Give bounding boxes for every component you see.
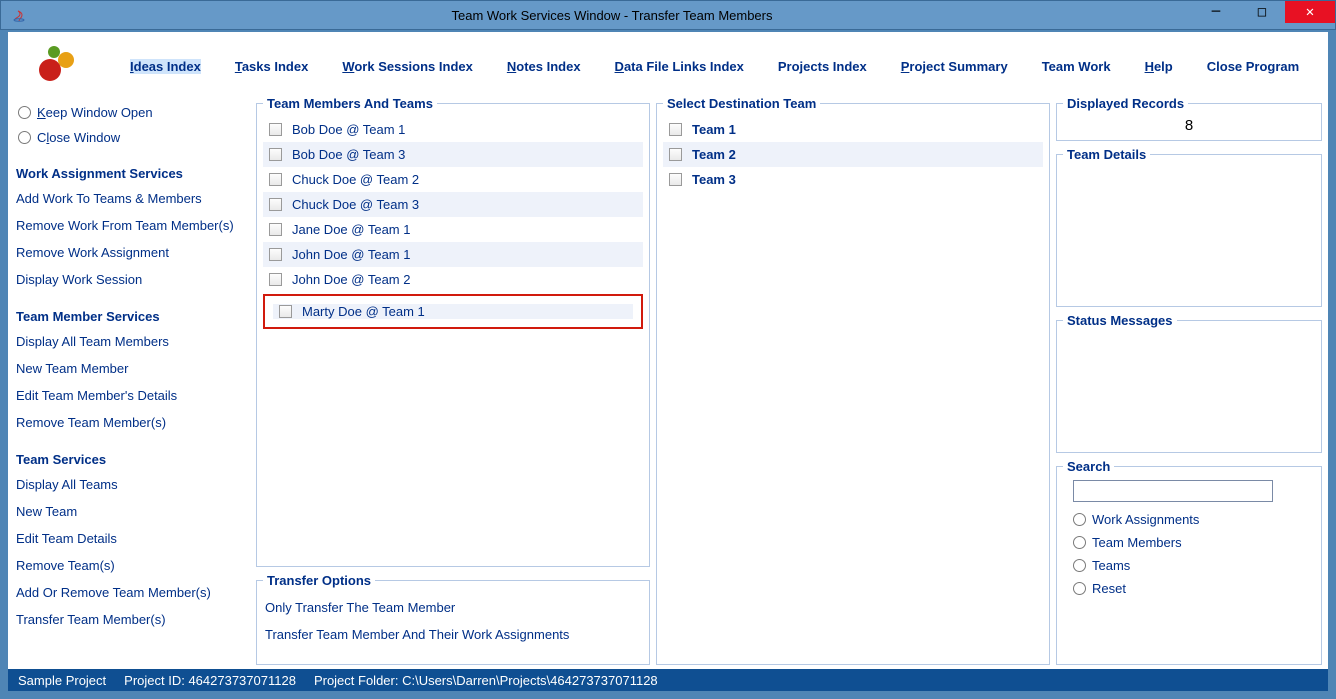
status-project-folder: Project Folder: C:\Users\Darren\Projects…: [314, 673, 658, 688]
status-project-id: Project ID: 464273737071128: [124, 673, 296, 688]
opt-member-and-work[interactable]: Transfer Team Member And Their Work Assi…: [263, 621, 643, 648]
panel-search: Search Work Assignments Team Members Tea…: [1056, 459, 1322, 665]
status-project-name: Sample Project: [18, 673, 106, 688]
radio-search-team-members[interactable]: Team Members: [1073, 535, 1315, 550]
link-display-all-teams[interactable]: Display All Teams: [16, 471, 248, 498]
panel-displayed-records: Displayed Records 8: [1056, 96, 1322, 141]
menu-tasks-index[interactable]: Tasks Index: [235, 59, 308, 74]
link-remove-member[interactable]: Remove Team Member(s): [16, 409, 248, 436]
radio-icon: [18, 131, 31, 144]
list-item[interactable]: John Doe @ Team 1: [263, 242, 643, 267]
heading-work-assignment: Work Assignment Services: [16, 150, 248, 185]
link-remove-team[interactable]: Remove Team(s): [16, 552, 248, 579]
checkbox-icon[interactable]: [669, 173, 682, 186]
link-edit-team[interactable]: Edit Team Details: [16, 525, 248, 552]
minimize-button[interactable]: ─: [1193, 1, 1239, 23]
link-display-all-members[interactable]: Display All Team Members: [16, 328, 248, 355]
radio-search-work-assignments[interactable]: Work Assignments: [1073, 512, 1315, 527]
checkbox-icon[interactable]: [269, 273, 282, 286]
legend-destination: Select Destination Team: [663, 96, 820, 111]
legend-status: Status Messages: [1063, 313, 1177, 328]
list-item[interactable]: Team 1: [663, 117, 1043, 142]
link-remove-assignment[interactable]: Remove Work Assignment: [16, 239, 248, 266]
menu-project-summary[interactable]: Project Summary: [901, 59, 1008, 74]
heading-team-services: Team Services: [16, 436, 248, 471]
checkbox-icon[interactable]: [269, 223, 282, 236]
menu-work-sessions-index[interactable]: Work Sessions Index: [342, 59, 473, 74]
menu-ideas-index[interactable]: Ideas Index: [130, 59, 201, 74]
titlebar: Team Work Services Window - Transfer Tea…: [0, 0, 1336, 30]
radio-search-reset[interactable]: Reset: [1073, 581, 1315, 596]
panel-team-members: Team Members And Teams Bob Doe @ Team 1 …: [256, 96, 650, 567]
checkbox-icon[interactable]: [269, 148, 282, 161]
checkbox-icon[interactable]: [269, 173, 282, 186]
link-transfer-members[interactable]: Transfer Team Member(s): [16, 606, 248, 633]
panel-destination: Select Destination Team Team 1 Team 2 Te…: [656, 96, 1050, 665]
checkbox-icon[interactable]: [279, 305, 292, 318]
radio-close-window[interactable]: Close Window: [16, 125, 248, 150]
legend-records: Displayed Records: [1063, 96, 1188, 111]
link-display-session[interactable]: Display Work Session: [16, 266, 248, 293]
menu-close-program[interactable]: Close Program: [1207, 59, 1299, 74]
window-title: Team Work Services Window - Transfer Tea…: [31, 8, 1193, 23]
link-new-member[interactable]: New Team Member: [16, 355, 248, 382]
heading-team-member: Team Member Services: [16, 293, 248, 328]
checkbox-icon[interactable]: [669, 148, 682, 161]
maximize-button[interactable]: □: [1239, 1, 1285, 23]
java-app-icon: [7, 3, 31, 27]
radio-icon: [1073, 582, 1086, 595]
app-logo-icon: [12, 40, 102, 92]
link-edit-member[interactable]: Edit Team Member's Details: [16, 382, 248, 409]
records-count: 8: [1063, 113, 1315, 134]
highlighted-member-row: Marty Doe @ Team 1: [263, 294, 643, 329]
link-add-remove-members[interactable]: Add Or Remove Team Member(s): [16, 579, 248, 606]
legend-team-details: Team Details: [1063, 147, 1150, 162]
legend-transfer-options: Transfer Options: [263, 573, 375, 588]
list-item[interactable]: Team 3: [663, 167, 1043, 192]
checkbox-icon[interactable]: [269, 248, 282, 261]
radio-icon: [1073, 536, 1086, 549]
list-item[interactable]: Jane Doe @ Team 1: [263, 217, 643, 242]
list-item[interactable]: Team 2: [663, 142, 1043, 167]
opt-only-member[interactable]: Only Transfer The Team Member: [263, 594, 643, 621]
menu-team-work[interactable]: Team Work: [1042, 59, 1111, 74]
close-button[interactable]: ✕: [1285, 1, 1335, 23]
panel-transfer-options: Transfer Options Only Transfer The Team …: [256, 573, 650, 665]
list-item[interactable]: Chuck Doe @ Team 2: [263, 167, 643, 192]
list-item[interactable]: Bob Doe @ Team 3: [263, 142, 643, 167]
list-item[interactable]: Bob Doe @ Team 1: [263, 117, 643, 142]
link-new-team[interactable]: New Team: [16, 498, 248, 525]
legend-search: Search: [1063, 459, 1114, 474]
menubar: Ideas Index Tasks Index Work Sessions In…: [8, 32, 1328, 94]
radio-keep-window-open[interactable]: Keep Window Open: [16, 100, 248, 125]
menu-projects-index[interactable]: Projects Index: [778, 59, 867, 74]
search-input[interactable]: [1073, 480, 1273, 502]
panel-status-messages: Status Messages: [1056, 313, 1322, 453]
panel-team-details: Team Details: [1056, 147, 1322, 307]
link-remove-work-member[interactable]: Remove Work From Team Member(s): [16, 212, 248, 239]
list-item[interactable]: John Doe @ Team 2: [263, 267, 643, 292]
list-item[interactable]: Chuck Doe @ Team 3: [263, 192, 643, 217]
radio-icon: [1073, 513, 1086, 526]
link-add-work[interactable]: Add Work To Teams & Members: [16, 185, 248, 212]
checkbox-icon[interactable]: [269, 198, 282, 211]
radio-icon: [18, 106, 31, 119]
list-item[interactable]: Marty Doe @ Team 1: [273, 304, 633, 319]
sidebar: Keep Window Open Close Window Work Assig…: [14, 96, 250, 665]
checkbox-icon[interactable]: [669, 123, 682, 136]
radio-search-teams[interactable]: Teams: [1073, 558, 1315, 573]
legend-team-members: Team Members And Teams: [263, 96, 437, 111]
radio-icon: [1073, 559, 1086, 572]
menu-notes-index[interactable]: Notes Index: [507, 59, 581, 74]
menu-help[interactable]: Help: [1145, 59, 1173, 74]
status-bar: Sample Project Project ID: 4642737370711…: [8, 669, 1328, 691]
checkbox-icon[interactable]: [269, 123, 282, 136]
menu-data-file-links-index[interactable]: Data File Links Index: [615, 59, 744, 74]
